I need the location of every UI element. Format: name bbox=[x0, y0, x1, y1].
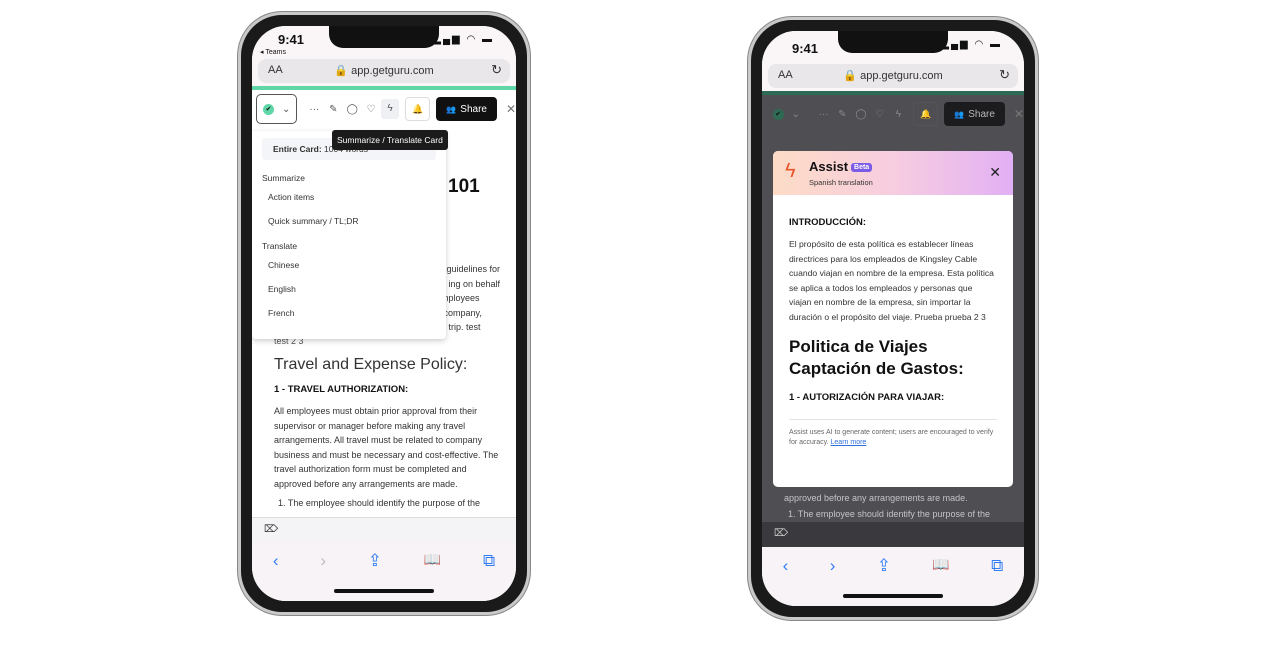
edit-icon[interactable]: ✎ bbox=[833, 109, 851, 120]
assist-header: ϟ Assist Beta Spanish translation ✕ bbox=[773, 151, 1013, 195]
tooltip: Summarize / Translate Card bbox=[332, 130, 448, 150]
safari-bottom-bar: ⌦ ‹ › ⇪ 📖 ⧉ bbox=[252, 517, 516, 601]
tabs-icon[interactable]: ⧉ bbox=[483, 551, 495, 571]
signal-wifi-battery-icon: ▂▄▆ ◠ ▬ bbox=[941, 39, 1002, 50]
assist-modal: ϟ Assist Beta Spanish translation ✕ INTRO… bbox=[773, 151, 1013, 487]
home-indicator bbox=[843, 594, 943, 598]
edit-icon[interactable]: ✎ bbox=[324, 104, 342, 115]
tag-icon[interactable]: ⌦ bbox=[264, 524, 278, 535]
check-icon: ✔ bbox=[772, 108, 784, 120]
translated-title: Politica de Viajes Captación de Gastos: bbox=[789, 337, 964, 378]
learn-more-link[interactable]: Learn more bbox=[831, 439, 867, 446]
reload-icon[interactable]: ↻ bbox=[491, 62, 502, 78]
menu-item-french[interactable]: French bbox=[252, 299, 446, 323]
address-bar[interactable]: AA 🔒 app.getguru.com ↻ bbox=[258, 59, 510, 83]
phone-right: 9:41 ▂▄▆ ◠ ▬ AA 🔒 app.getguru.com ↻ ✔ ⌄ ·… bbox=[748, 17, 1038, 620]
heart-icon[interactable]: ♡ bbox=[871, 109, 889, 120]
share-button[interactable]: 👥 Share bbox=[944, 102, 1005, 126]
share-label: Share bbox=[968, 108, 995, 120]
chevron-down-icon: ⌄ bbox=[791, 108, 801, 120]
text-line: approved before any arrangements are mad… bbox=[784, 493, 968, 503]
notch bbox=[838, 31, 948, 53]
screen: 9:41 ◂ Teams ▂▄▆ ◠ ▬ AA 🔒 app.getguru.co… bbox=[252, 26, 516, 601]
verify-status-button[interactable]: ✔ ⌄ bbox=[766, 99, 807, 129]
policy-title: Travel and Expense Policy: bbox=[274, 356, 468, 373]
heart-icon[interactable]: ♡ bbox=[362, 104, 380, 115]
close-icon[interactable]: ✕ bbox=[989, 164, 1001, 181]
ai-disclaimer: Assist uses AI to generate content; user… bbox=[789, 419, 997, 448]
bell-icon[interactable]: 🔔 bbox=[913, 102, 939, 126]
section-heading: 1 - TRAVEL AUTHORIZATION: bbox=[274, 384, 409, 395]
clock: 9:41 bbox=[792, 41, 819, 56]
card-toolbar: ✔ ⌄ ··· ✎ ◯ ♡ ϟ 🔔 👥 Share ✕ bbox=[252, 90, 516, 128]
menu-item-quick-summary[interactable]: Quick summary / TL;DR bbox=[252, 207, 446, 231]
phone-left: 9:41 ◂ Teams ▂▄▆ ◠ ▬ AA 🔒 app.getguru.co… bbox=[238, 12, 530, 615]
assist-dropdown-menu: Entire Card: 1004 words Summarize Action… bbox=[252, 131, 446, 339]
list-item: 1. The employee should identify the purp… bbox=[788, 509, 990, 519]
tag-row: ⌦ bbox=[762, 522, 1024, 547]
summarize-heading: Summarize bbox=[262, 173, 305, 183]
comment-icon[interactable]: ◯ bbox=[852, 109, 870, 120]
intro-heading: INTRODUCCIÓN: bbox=[789, 217, 867, 228]
tabs-icon[interactable]: ⧉ bbox=[991, 556, 1003, 576]
share-people-icon: 👥 bbox=[446, 104, 457, 114]
bookmarks-icon[interactable]: 📖 bbox=[424, 551, 441, 571]
share-label: Share bbox=[460, 103, 487, 115]
intro-text: El propósito de esta política es estable… bbox=[789, 239, 994, 322]
share-icon[interactable]: ⇪ bbox=[368, 551, 382, 571]
home-indicator bbox=[334, 589, 434, 593]
entire-card-label: Entire Card: bbox=[273, 144, 322, 154]
section-body: All employees must obtain prior approval… bbox=[274, 406, 499, 489]
back-to-app-link[interactable]: ◂ Teams bbox=[260, 48, 286, 56]
disclaimer-text: Assist uses AI to generate content; user… bbox=[789, 429, 994, 446]
lightning-icon: ϟ bbox=[785, 160, 796, 182]
signal-wifi-battery-icon: ▂▄▆ ◠ ▬ bbox=[433, 34, 494, 45]
tag-icon[interactable]: ⌦ bbox=[774, 528, 788, 539]
beta-badge: Beta bbox=[851, 163, 873, 172]
screen: 9:41 ▂▄▆ ◠ ▬ AA 🔒 app.getguru.com ↻ ✔ ⌄ ·… bbox=[762, 31, 1024, 606]
chevron-down-icon: ⌄ bbox=[282, 103, 291, 115]
verify-status-button[interactable]: ✔ ⌄ bbox=[256, 94, 298, 124]
comment-icon[interactable]: ◯ bbox=[343, 104, 361, 115]
safari-nav: ‹ › ⇪ 📖 ⧉ bbox=[762, 556, 1024, 576]
card-toolbar: ✔ ⌄ ··· ✎ ◯ ♡ ϟ 🔔 👥 Share ✕ bbox=[762, 95, 1024, 133]
menu-item-action-items[interactable]: Action items bbox=[252, 183, 446, 207]
share-button[interactable]: 👥 Share bbox=[436, 97, 497, 121]
more-icon[interactable]: ··· bbox=[815, 109, 833, 120]
bell-icon[interactable]: 🔔 bbox=[405, 97, 431, 121]
more-icon[interactable]: ··· bbox=[305, 104, 323, 115]
assist-subtitle: Spanish translation bbox=[809, 178, 873, 187]
notch bbox=[329, 26, 439, 48]
assist-title: Assist bbox=[809, 159, 849, 174]
reload-icon[interactable]: ↻ bbox=[999, 67, 1010, 83]
back-icon[interactable]: ‹ bbox=[783, 556, 789, 576]
card-title-fragment: 101 bbox=[448, 176, 480, 197]
assist-body: INTRODUCCIÓN: El propósito de esta polít… bbox=[773, 195, 1013, 448]
close-icon[interactable]: ✕ bbox=[1014, 107, 1024, 121]
safari-bottom-bar: ⌦ ‹ › ⇪ 📖 ⧉ bbox=[762, 522, 1024, 606]
share-icon[interactable]: ⇪ bbox=[877, 556, 891, 576]
clock: 9:41 bbox=[278, 32, 305, 47]
close-icon[interactable]: ✕ bbox=[506, 102, 516, 116]
check-icon: ✔ bbox=[263, 103, 274, 115]
tag-row: ⌦ bbox=[252, 517, 516, 542]
bookmarks-icon[interactable]: 📖 bbox=[932, 556, 949, 576]
safari-nav: ‹ › ⇪ 📖 ⧉ bbox=[252, 551, 516, 571]
list-item: 1. The employee should identify the purp… bbox=[278, 498, 480, 508]
section-heading: 1 - AUTORIZACIÓN PARA VIAJAR: bbox=[789, 392, 945, 403]
forward-icon[interactable]: › bbox=[830, 556, 836, 576]
back-icon[interactable]: ‹ bbox=[273, 551, 279, 571]
menu-item-chinese[interactable]: Chinese bbox=[252, 251, 446, 275]
translate-heading: Translate bbox=[262, 241, 298, 251]
forward-icon[interactable]: › bbox=[320, 551, 326, 571]
url-text[interactable]: 🔒 app.getguru.com bbox=[258, 64, 510, 77]
menu-item-english[interactable]: English bbox=[252, 275, 446, 299]
share-people-icon: 👥 bbox=[954, 109, 965, 119]
assist-lightning-icon[interactable]: ϟ bbox=[890, 109, 908, 120]
url-text[interactable]: 🔒 app.getguru.com bbox=[768, 69, 1018, 82]
address-bar[interactable]: AA 🔒 app.getguru.com ↻ bbox=[768, 64, 1018, 88]
assist-lightning-icon[interactable]: ϟ bbox=[381, 99, 400, 119]
